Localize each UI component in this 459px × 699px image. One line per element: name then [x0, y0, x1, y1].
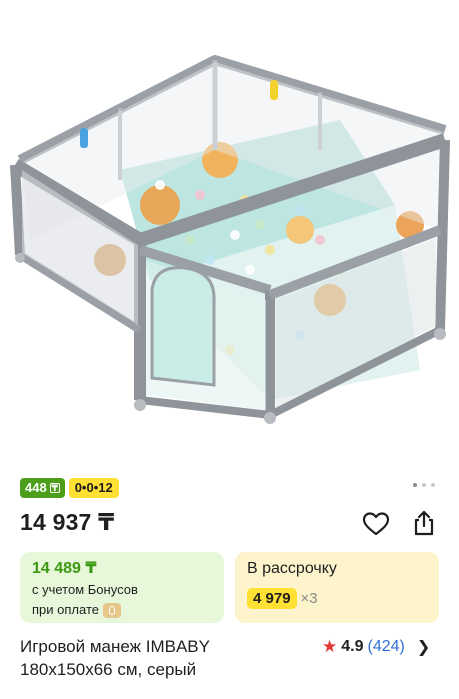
- product-image[interactable]: [0, 0, 459, 470]
- rating-link[interactable]: ★ 4.9 (424) ❯: [322, 637, 430, 657]
- gallery-dot: [422, 483, 426, 487]
- gallery-dot: [431, 483, 435, 487]
- installment-badge: 0•0•12: [68, 478, 119, 498]
- main-price: 14 937 ₸: [20, 509, 115, 535]
- installment-amount: 4 979: [247, 588, 297, 609]
- product-title-line2: 180x150x66 см, серый: [20, 660, 197, 679]
- product-title: Игровой манеж IMBABY 180x150x66 см, серы…: [20, 635, 310, 681]
- tenge-icon: ₸: [49, 483, 60, 493]
- bonus-price: 14 489 ₸: [32, 560, 97, 577]
- gallery-dot-active: [413, 483, 417, 487]
- bonus-caption-line1: с учетом Бонусов: [32, 582, 138, 597]
- badges-row: 448 ₸ 0•0•12: [20, 478, 119, 498]
- chevron-right-icon: ❯: [416, 639, 431, 656]
- gallery-dots: [413, 483, 435, 487]
- price-badge-value: 448: [25, 480, 47, 495]
- wallet-icon: [102, 603, 121, 619]
- heart-outline-icon: [362, 512, 390, 536]
- price-badge: 448 ₸: [20, 478, 65, 498]
- rating-value: 4.9: [341, 638, 364, 655]
- installment-title: В рассрочку: [247, 560, 337, 577]
- bonus-price-card[interactable]: 14 489 ₸ с учетом Бонусов при оплате: [20, 552, 224, 623]
- playpen-illustration: [10, 55, 450, 424]
- star-icon: ★: [322, 637, 338, 656]
- rating-count: (424): [367, 638, 405, 655]
- share-button[interactable]: [410, 509, 438, 537]
- share-icon: [414, 510, 434, 536]
- bonus-caption-line2-text: при оплате: [32, 602, 99, 617]
- installment-card[interactable]: В рассрочку 4 979 ×3: [235, 552, 439, 623]
- product-title-line1: Игровой манеж IMBABY: [20, 637, 210, 656]
- bonus-caption-line2: при оплате: [32, 601, 212, 619]
- favorite-button[interactable]: [362, 511, 390, 537]
- installment-multiplier: ×3: [300, 590, 318, 607]
- installment-row: 4 979 ×3: [247, 588, 427, 609]
